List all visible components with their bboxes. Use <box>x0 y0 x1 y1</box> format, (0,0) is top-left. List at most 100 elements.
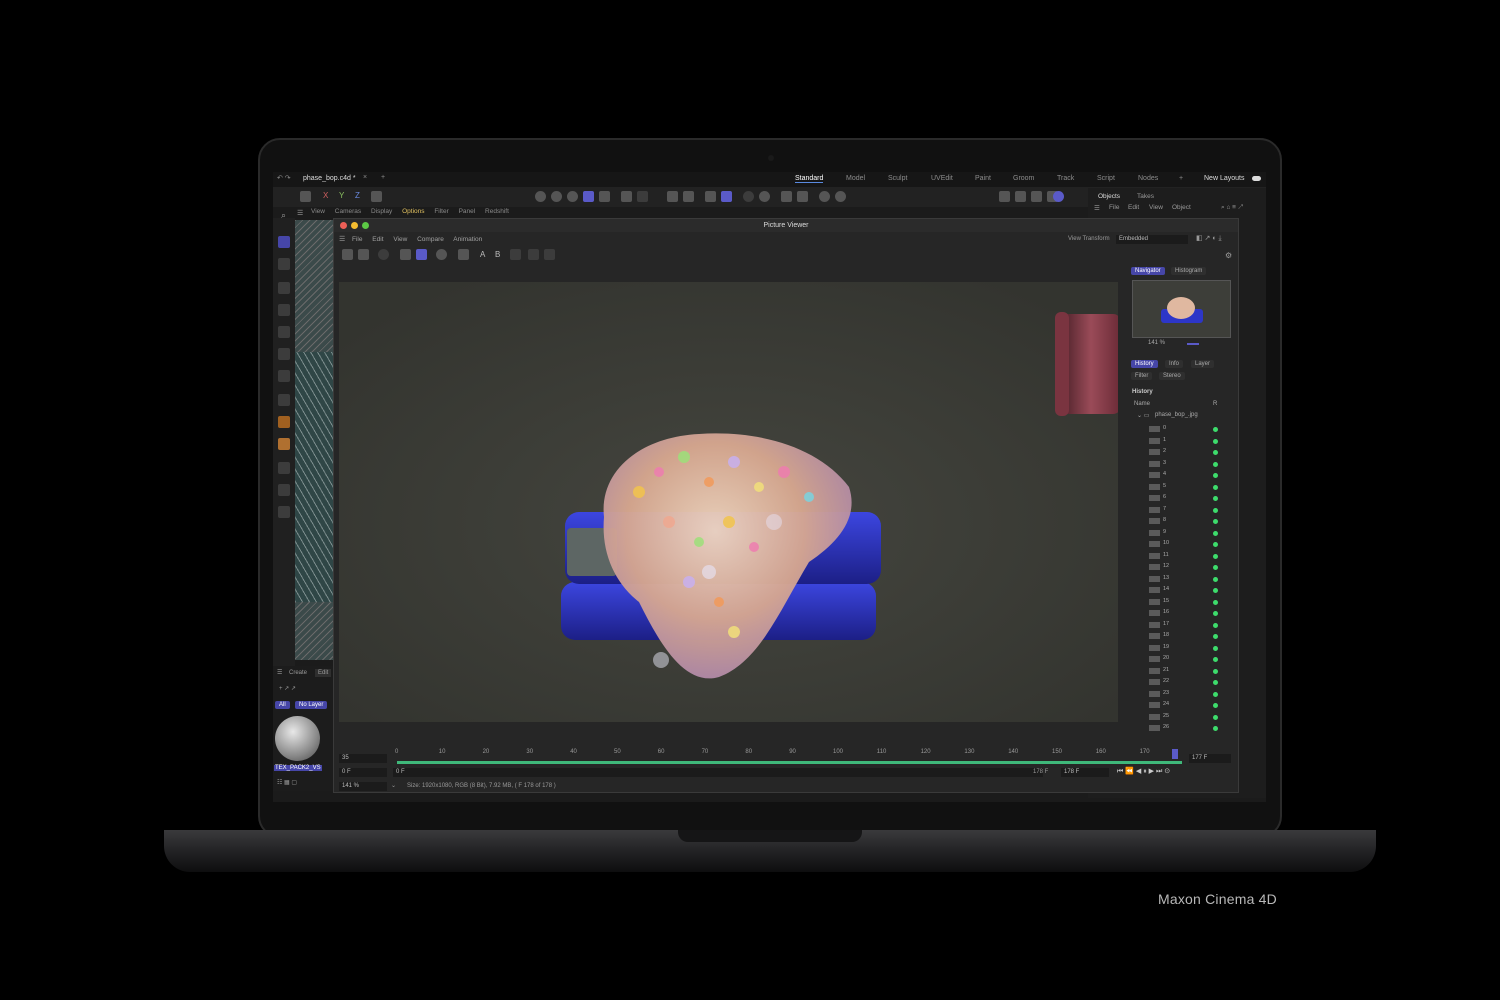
minimize-window-button[interactable] <box>351 222 358 229</box>
redshift-rv-icon[interactable] <box>1053 191 1064 202</box>
stop-render-icon[interactable] <box>378 249 389 260</box>
start-frame-field[interactable]: 0 F <box>339 768 387 777</box>
pv-settings-icon[interactable]: ⚙ <box>1225 251 1232 260</box>
axis-y-button[interactable]: Y <box>339 191 344 200</box>
history-row[interactable]: 15 <box>1149 597 1229 608</box>
range-start-field[interactable]: 0 F <box>393 768 1043 777</box>
layout-tab-sculpt[interactable]: Sculpt <box>888 175 907 182</box>
close-window-button[interactable] <box>340 222 347 229</box>
history-row[interactable]: 11 <box>1149 551 1229 562</box>
ab-compare-icon[interactable] <box>458 249 469 260</box>
layout-tab-paint[interactable]: Paint <box>975 175 991 182</box>
pv-menu-animation[interactable]: Animation <box>453 236 482 243</box>
add-material-icon[interactable]: + ↗ ↗ <box>279 685 296 692</box>
set-b-button[interactable]: B <box>495 250 500 259</box>
material-tab-edit[interactable]: Edit <box>315 669 332 677</box>
document-tab[interactable]: phase_bop.c4d * <box>303 175 356 182</box>
paint-icon[interactable] <box>278 484 290 496</box>
save-file-icon[interactable] <box>358 249 369 260</box>
history-folder-icon[interactable]: ⌄ ▭ <box>1137 412 1149 419</box>
layout-tab-track[interactable]: Track <box>1057 175 1074 182</box>
render-settings-icon[interactable] <box>819 191 830 202</box>
history-row[interactable]: 23 <box>1149 689 1229 700</box>
history-row[interactable]: 7 <box>1149 505 1229 516</box>
history-row[interactable]: 25 <box>1149 712 1229 723</box>
zoom-window-button[interactable] <box>362 222 369 229</box>
frame-left-field[interactable]: 35 <box>339 754 387 763</box>
history-row[interactable]: 10 <box>1149 539 1229 550</box>
history-row[interactable]: 18 <box>1149 631 1229 642</box>
model-mode-icon[interactable] <box>300 191 311 202</box>
tab-info[interactable]: Info <box>1165 360 1184 368</box>
open-file-icon[interactable] <box>342 249 353 260</box>
material-preview[interactable] <box>275 716 320 761</box>
effector-icon[interactable] <box>278 438 290 450</box>
playback-controls[interactable]: ⏮ ⏪ ◀ ⏸ ▶ ⏭ ⊙ <box>1117 767 1170 776</box>
tab-stereo[interactable]: Stereo <box>1159 372 1185 380</box>
viewport-menu-view[interactable]: View <box>311 208 325 215</box>
cloner-icon[interactable] <box>278 416 290 428</box>
polygon-mode-icon[interactable] <box>567 191 578 202</box>
objects-menu-icon[interactable]: ☰ <box>1094 204 1100 212</box>
split-icon[interactable] <box>544 249 555 260</box>
show-region-icon[interactable] <box>400 249 411 260</box>
pv-menu-compare[interactable]: Compare <box>417 236 444 243</box>
add-layout-button[interactable]: + <box>1179 175 1183 182</box>
history-row[interactable]: 5 <box>1149 482 1229 493</box>
layout-tab-standard[interactable]: Standard <box>795 175 824 183</box>
material-menu-icon[interactable]: ☰ <box>277 669 282 676</box>
history-row[interactable]: 22 <box>1149 677 1229 688</box>
pv-menu-icon[interactable]: ☰ <box>339 235 345 243</box>
history-row[interactable]: 12 <box>1149 562 1229 573</box>
history-row[interactable]: 24 <box>1149 700 1229 711</box>
fit-view-icon[interactable] <box>416 249 427 260</box>
material-view-icons[interactable]: ☷ ▦ ▢ <box>277 779 297 786</box>
timeline-playhead[interactable] <box>1172 749 1178 759</box>
axis-icon[interactable] <box>621 191 632 202</box>
move-tool-icon[interactable] <box>278 282 290 294</box>
objects-menu-object[interactable]: Object <box>1172 204 1191 211</box>
layout-tab-nodes[interactable]: Nodes <box>1138 175 1158 182</box>
viewport-menu-cameras[interactable]: Cameras <box>335 208 361 215</box>
history-row[interactable]: 26 <box>1149 723 1229 734</box>
viewport-menu-icon[interactable]: ☰ <box>297 209 303 217</box>
symmetry-icon[interactable] <box>781 191 792 202</box>
history-row[interactable]: 19 <box>1149 643 1229 654</box>
end-frame-field[interactable]: 178 F <box>1061 768 1109 777</box>
redshift-icon[interactable] <box>835 191 846 202</box>
grid-icon[interactable] <box>705 191 716 202</box>
objects-search-icon[interactable]: ⌕ ⌂ ≡ ↗ <box>1221 204 1243 212</box>
rotate-tool-icon[interactable] <box>278 304 290 316</box>
material-name[interactable]: TEX_PACK2_VS <box>274 765 322 771</box>
current-frame-field[interactable]: 177 F <box>1189 754 1231 763</box>
history-row[interactable]: 16 <box>1149 608 1229 619</box>
snap-icon[interactable] <box>637 191 648 202</box>
swap-ab-icon[interactable] <box>510 249 521 260</box>
viewport-menu-panel[interactable]: Panel <box>459 208 476 215</box>
history-row[interactable]: 14 <box>1149 585 1229 596</box>
soft-select-icon[interactable] <box>743 191 754 202</box>
pv-menu-view[interactable]: View <box>393 236 407 243</box>
tab-histogram[interactable]: Histogram <box>1171 267 1207 275</box>
coordinate-system-icon[interactable] <box>371 191 382 202</box>
navigator-thumbnail[interactable] <box>1132 280 1231 338</box>
viewport-menu-options[interactable]: Options <box>402 208 424 215</box>
history-row[interactable]: 20 <box>1149 654 1229 665</box>
tab-close-icon[interactable]: × <box>363 174 367 181</box>
zoom-slider[interactable] <box>1187 343 1199 345</box>
history-folder-name[interactable]: phase_bop_.jpg <box>1155 412 1198 418</box>
history-row[interactable]: 9 <box>1149 528 1229 539</box>
history-row[interactable]: 2 <box>1149 447 1229 458</box>
transform-tool-icon[interactable] <box>278 348 290 360</box>
history-row[interactable]: 4 <box>1149 470 1229 481</box>
history-row[interactable]: 1 <box>1149 436 1229 447</box>
layout-tab-uvedit[interactable]: UVEdit <box>931 175 953 182</box>
objects-menu-file[interactable]: File <box>1109 204 1119 211</box>
viewport-solo-icon[interactable] <box>759 191 770 202</box>
undo-icon[interactable]: ↶ ↷ <box>277 174 291 182</box>
layout-tab-model[interactable]: Model <box>846 175 865 182</box>
pv-menu-edit[interactable]: Edit <box>372 236 383 243</box>
material-tab-create[interactable]: Create <box>289 670 307 676</box>
tab-takes[interactable]: Takes <box>1137 193 1154 200</box>
objects-menu-edit[interactable]: Edit <box>1128 204 1139 211</box>
